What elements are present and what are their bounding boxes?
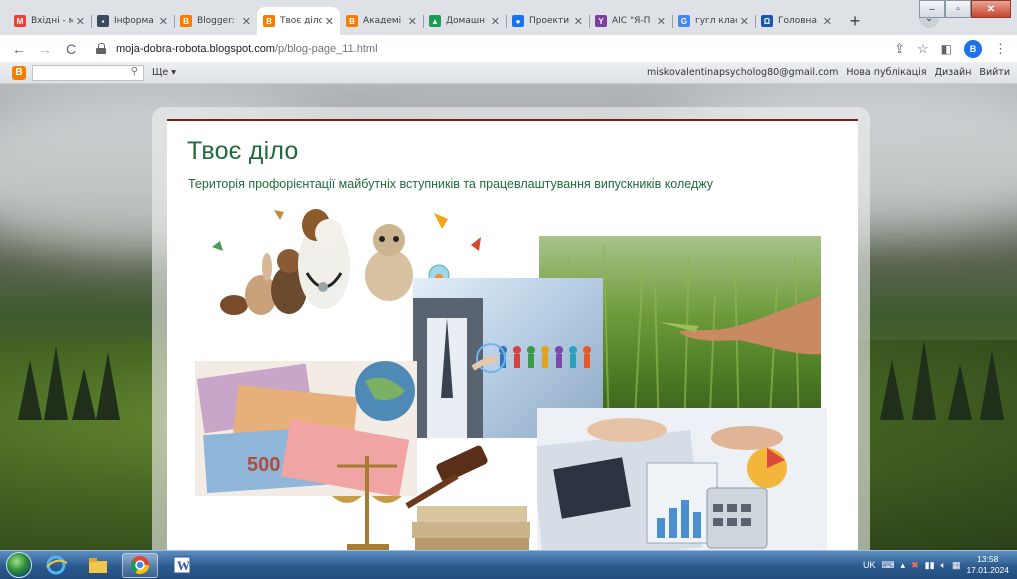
- head-icon: Ω: [761, 15, 773, 27]
- url-path: /p/blog-page_11.html: [274, 42, 378, 55]
- new-tab-button[interactable]: +: [844, 10, 866, 32]
- google-icon: G: [678, 15, 690, 27]
- internet-explorer-icon[interactable]: [38, 553, 74, 578]
- browser-tab[interactable]: ▲ Домашн ✕: [423, 7, 506, 35]
- lock-icon[interactable]: [96, 43, 106, 54]
- word-icon[interactable]: W: [164, 553, 200, 578]
- collage-photo-accounting: [537, 408, 827, 556]
- tab-close-icon[interactable]: ✕: [574, 15, 583, 28]
- file-explorer-icon[interactable]: [80, 553, 116, 578]
- blog-search-input[interactable]: ⚲: [32, 64, 144, 81]
- tab-close-icon[interactable]: ✕: [76, 15, 85, 28]
- maximize-button[interactable]: ▫: [945, 0, 971, 18]
- windows-taskbar: W UK ⌨ ▴ ✖ ▮▮ 🔈︎ ▦ 13:58 17.01.2024: [0, 550, 1017, 579]
- browser-tab[interactable]: Ω Головна ✕: [755, 7, 838, 35]
- blogger-logo-icon[interactable]: B: [12, 65, 26, 80]
- address-bar[interactable]: moja-dobra-robota.blogspot.com/p/blog-pa…: [90, 38, 886, 60]
- signal-icon[interactable]: ▮▮: [925, 560, 935, 571]
- blogger-icon: B: [346, 15, 358, 27]
- design-link[interactable]: Дизайн: [935, 67, 972, 78]
- keyboard-icon[interactable]: ⌨: [882, 560, 895, 571]
- language-indicator[interactable]: UK: [863, 560, 876, 570]
- close-window-button[interactable]: ✕: [971, 0, 1011, 18]
- volume-icon[interactable]: 🔈︎: [941, 560, 946, 571]
- clock[interactable]: 13:58 17.01.2024: [966, 554, 1009, 576]
- browser-tab[interactable]: B Академі ✕: [340, 7, 423, 35]
- share-icon[interactable]: ⇪: [894, 41, 905, 57]
- drive-icon: ▲: [429, 15, 441, 27]
- browser-tab-strip: M Вхідні - м ✕ ▪ Інформа ✕ B Blogger: ✕ B Твоє діл…: [0, 0, 1017, 35]
- browser-tab[interactable]: Y АІС "Я-П ✕: [589, 7, 672, 35]
- tab-close-icon[interactable]: ✕: [491, 15, 500, 28]
- collage-photo-law-justice: [327, 436, 537, 556]
- tab-close-icon[interactable]: ✕: [657, 15, 666, 28]
- url-host: moja-dobra-robota.blogspot.com: [116, 42, 275, 55]
- browser-tab[interactable]: B Твоє діло ✕: [257, 7, 340, 35]
- show-hidden-icons-icon[interactable]: ▴: [901, 560, 906, 571]
- tab-title: Академі: [363, 16, 402, 26]
- new-post-link[interactable]: Нова публікація: [846, 67, 926, 78]
- clock-date: 17.01.2024: [966, 565, 1009, 575]
- tab-title: Проекти: [529, 16, 570, 26]
- tab-title: Головна: [778, 16, 817, 26]
- side-panel-icon[interactable]: ◧: [941, 42, 952, 56]
- profile-avatar[interactable]: B: [964, 39, 982, 58]
- blogger-icon: B: [180, 15, 192, 27]
- tab-title: Інформа: [114, 16, 154, 26]
- reload-button[interactable]: C: [58, 41, 84, 57]
- tab-close-icon[interactable]: ✕: [740, 15, 749, 28]
- chrome-icon[interactable]: [122, 552, 158, 578]
- svg-text:500: 500: [247, 454, 280, 476]
- tab-title: АІС "Я-П: [612, 16, 651, 26]
- google-sites-icon: ●: [512, 15, 524, 27]
- tab-title: Домашн: [446, 16, 485, 26]
- tab-close-icon[interactable]: ✕: [242, 15, 251, 28]
- blog-description: Територія профорієнтації майбутніх вступ…: [188, 177, 713, 191]
- browser-tab[interactable]: ▪ Інформа ✕: [91, 7, 174, 35]
- svg-text:W: W: [177, 558, 190, 573]
- system-tray: UK ⌨ ▴ ✖ ▮▮ 🔈︎ ▦ 13:58 17.01.2024: [863, 554, 1009, 576]
- search-icon[interactable]: ⚲: [131, 66, 138, 77]
- tab-close-icon[interactable]: ✕: [159, 15, 168, 28]
- browser-tab[interactable]: Gгугл клас ✕: [672, 7, 755, 35]
- blog-content: Твоє діло Територія профорієнтації майбу…: [167, 119, 858, 562]
- window-controls: – ▫ ✕: [919, 0, 1011, 18]
- start-orb[interactable]: [6, 552, 32, 578]
- minimize-button[interactable]: –: [919, 0, 945, 18]
- tab-title: Blogger:: [197, 16, 235, 26]
- blogger-icon: B: [263, 15, 275, 27]
- more-menu-label: Ще: [152, 67, 169, 78]
- sign-out-link[interactable]: Вийти: [979, 67, 1010, 78]
- action-center-icon[interactable]: ▦: [952, 560, 961, 571]
- menu-kebab-icon[interactable]: ⋮: [994, 41, 1007, 57]
- tab-close-icon[interactable]: ✕: [823, 15, 832, 28]
- tab-close-icon[interactable]: ✕: [408, 15, 417, 28]
- more-menu[interactable]: Ще ▾: [152, 67, 176, 78]
- forward-button[interactable]: →: [32, 41, 58, 57]
- clock-time: 13:58: [977, 554, 999, 564]
- image-icon: ▪: [97, 15, 109, 27]
- browser-tab[interactable]: M Вхідні - м ✕: [8, 7, 91, 35]
- blog-title[interactable]: Твоє діло: [187, 137, 299, 166]
- network-warning-icon[interactable]: ✖: [911, 560, 919, 571]
- browser-tab[interactable]: B Blogger: ✕: [174, 7, 257, 35]
- ais-icon: Y: [595, 15, 607, 27]
- gmail-icon: M: [14, 15, 26, 27]
- account-email: miskovalentinapsycholog80@gmail.com: [646, 67, 839, 78]
- tab-close-icon[interactable]: ✕: [325, 15, 334, 28]
- browser-toolbar: ← → C moja-dobra-robota.blogspot.com/p/b…: [0, 35, 1017, 62]
- tab-title: гугл клас: [695, 16, 737, 26]
- tab-title: Вхідні - м: [31, 16, 73, 26]
- bookmark-star-icon[interactable]: ☆: [917, 41, 929, 57]
- browser-tab[interactable]: ● Проекти ✕: [506, 7, 589, 35]
- blogger-navbar: B ⚲ Ще ▾ miskovalentinapsycholog80@gmail…: [0, 62, 1017, 84]
- tab-title: Твоє діло: [280, 16, 322, 26]
- back-button[interactable]: ←: [6, 41, 32, 57]
